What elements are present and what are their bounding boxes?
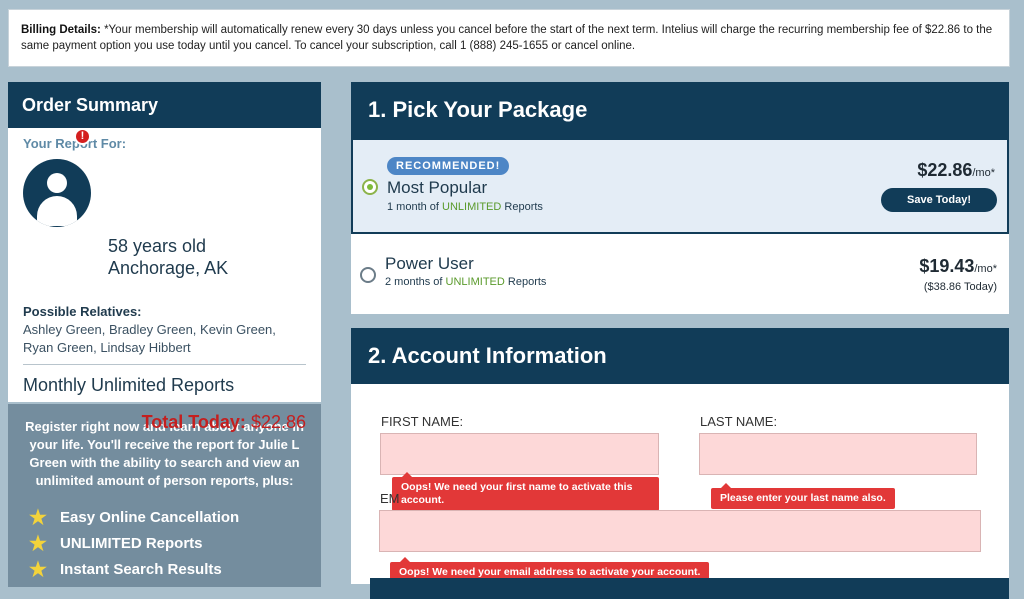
email-input[interactable] — [379, 510, 981, 552]
pick-package-title: 1. Pick Your Package — [351, 82, 1009, 138]
package-power-user[interactable]: Power User 2 months of UNLIMITED Reports… — [351, 234, 1009, 314]
billing-details-label: Billing Details: — [21, 24, 101, 36]
package-name: Most Popular — [387, 178, 488, 197]
relatives-label: Possible Relatives: — [23, 304, 142, 319]
account-information-title: 2. Account Information — [351, 328, 1009, 384]
package-desc-suffix: Reports — [504, 201, 543, 213]
last-name-input[interactable] — [699, 433, 977, 475]
package-desc-prefix: 1 month of — [387, 201, 439, 213]
next-section-header — [370, 578, 1009, 599]
order-summary-title: Order Summary — [8, 82, 321, 128]
first-name-input[interactable] — [380, 433, 659, 475]
email-label: EM — [380, 491, 400, 506]
package-desc-unlimited: UNLIMITED — [442, 201, 502, 213]
package-radio-most-popular[interactable] — [362, 179, 378, 195]
package-most-popular[interactable]: RECOMMENDED! Most Popular 1 month of UNL… — [351, 138, 1009, 234]
checkout-panel: 1. Pick Your Package RECOMMENDED! Most P… — [351, 82, 1009, 584]
feature-label: Instant Search Results — [60, 560, 222, 578]
feature-list: ★ Easy Online Cancellation ★ UNLIMITED Rep… — [18, 504, 311, 582]
report-for-label: Your Report For: — [23, 136, 127, 151]
first-name-error: Oops! We need your first name to activat… — [392, 472, 659, 511]
feature-item: ★ UNLIMITED Reports — [28, 530, 311, 556]
package-desc-prefix: 2 months of — [385, 276, 443, 288]
billing-details-notice: Billing Details: *Your membership will a… — [8, 9, 1010, 67]
package-price-per: /mo* — [972, 167, 995, 179]
relatives-list: Ashley Green, Bradley Green, Kevin Green… — [23, 322, 276, 355]
package-price-value: $22.86 — [917, 160, 973, 180]
recommended-badge: RECOMMENDED! — [387, 157, 510, 175]
star-icon: ★ — [29, 506, 47, 529]
order-summary-body: Your Report For: 58 years old Anchorage,… — [8, 128, 321, 432]
last-name-error: Please enter your last name also. — [711, 483, 895, 509]
total-today: Total Today: $22.86 — [142, 412, 306, 433]
package-price: $22.86/mo* — [917, 160, 995, 181]
first-name-label: FIRST NAME: — [381, 414, 464, 429]
package-description: 2 months of UNLIMITED Reports — [385, 276, 546, 288]
feature-label: UNLIMITED Reports — [60, 534, 203, 552]
package-radio-power-user[interactable] — [360, 267, 376, 283]
star-icon: ★ — [29, 558, 47, 581]
billing-details-text: *Your membership will automatically rene… — [21, 24, 993, 52]
last-name-label: LAST NAME: — [700, 414, 778, 429]
total-today-value: $22.86 — [250, 412, 306, 432]
account-information-form: FIRST NAME: LAST NAME: Oops! We need you… — [351, 384, 1009, 584]
alert-icon: ! — [74, 128, 91, 145]
package-price-per: /mo* — [974, 263, 997, 275]
package-today-price: ($38.86 Today) — [923, 281, 997, 293]
package-price: $19.43/mo* — [919, 256, 997, 277]
person-avatar-icon — [23, 159, 91, 227]
feature-item: ★ Instant Search Results — [28, 556, 311, 582]
package-name: Power User — [385, 254, 474, 273]
package-desc-suffix: Reports — [507, 276, 547, 288]
package-description: 1 month of UNLIMITED Reports — [387, 201, 543, 213]
star-icon: ★ — [29, 532, 47, 555]
package-desc-unlimited: UNLIMITED — [445, 276, 505, 288]
feature-item: ★ Easy Online Cancellation — [28, 504, 311, 530]
subject-age: 58 years old — [108, 236, 207, 256]
plan-name: Monthly Unlimited Reports — [23, 375, 235, 395]
summary-divider — [23, 364, 306, 365]
subject-location: Anchorage, AK — [108, 258, 229, 278]
save-today-button[interactable]: Save Today! — [881, 188, 997, 212]
feature-label: Easy Online Cancellation — [60, 508, 240, 526]
order-summary-panel: Order Summary Your Report For: 58 years … — [8, 82, 321, 587]
total-today-label: Total Today: — [141, 412, 246, 432]
package-price-value: $19.43 — [919, 256, 975, 276]
